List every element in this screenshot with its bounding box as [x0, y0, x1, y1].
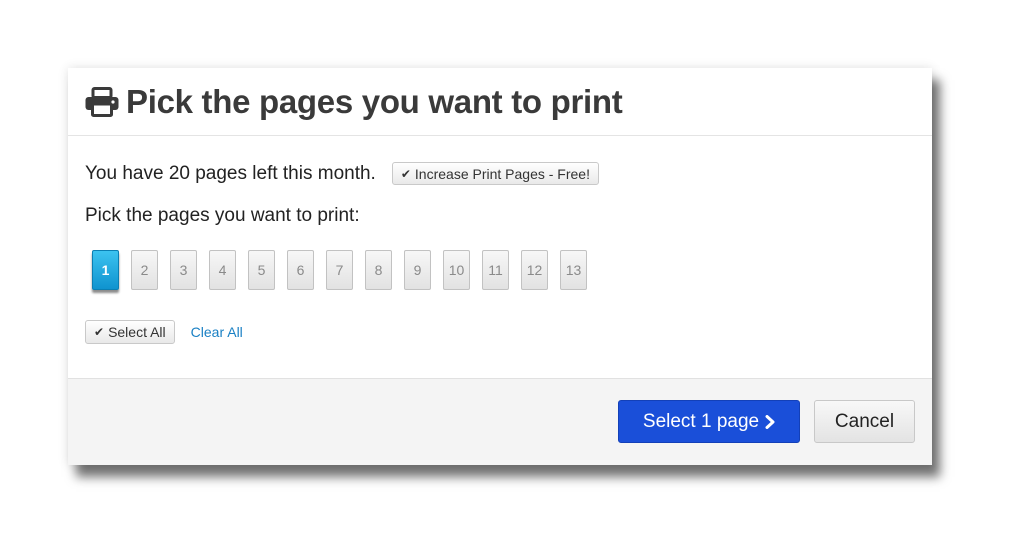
page-button[interactable]: 7: [326, 250, 353, 290]
instruction-text: Pick the pages you want to print:: [85, 205, 360, 226]
page-selector: 1 2 3 4 5 6 7 8 9 10 11 12 13: [92, 250, 587, 290]
dialog-title: Pick the pages you want to print: [126, 82, 623, 120]
pages-left-text: You have 20 pages left this month.: [85, 162, 376, 184]
page-button[interactable]: 8: [365, 250, 392, 290]
page-button[interactable]: 10: [443, 250, 470, 290]
dialog-footer: Select 1 page Cancel: [68, 378, 932, 465]
clear-all-link[interactable]: Clear All: [191, 324, 243, 340]
page-button[interactable]: 3: [170, 250, 197, 290]
dialog-body: You have 20 pages left this month. ✔ Inc…: [68, 136, 932, 379]
page-button[interactable]: 6: [287, 250, 314, 290]
check-icon: ✔: [400, 166, 411, 181]
page-button[interactable]: 9: [404, 250, 431, 290]
print-dialog: Pick the pages you want to print You hav…: [68, 68, 932, 465]
chevron-right-icon: [765, 414, 775, 429]
page-button[interactable]: 11: [482, 250, 509, 290]
select-pages-button[interactable]: Select 1 page: [618, 400, 800, 443]
select-all-button[interactable]: ✔ Select All: [85, 320, 175, 344]
check-icon: ✔: [94, 325, 105, 339]
selection-controls: ✔ Select All Clear All: [85, 320, 243, 344]
dialog-header: Pick the pages you want to print: [68, 68, 932, 136]
printer-icon: [85, 86, 119, 117]
select-all-label: Select All: [108, 324, 166, 340]
pages-left-row: You have 20 pages left this month. ✔ Inc…: [85, 162, 599, 185]
page-button[interactable]: 12: [521, 250, 548, 290]
select-pages-label: Select 1 page: [642, 410, 760, 432]
increase-button-label: Increase Print Pages - Free!: [414, 165, 590, 182]
page-button[interactable]: 13: [560, 250, 587, 290]
cancel-button[interactable]: Cancel: [814, 400, 915, 443]
page-button[interactable]: 5: [248, 250, 275, 290]
page-button[interactable]: 1: [92, 250, 119, 290]
page-button[interactable]: 4: [209, 250, 236, 290]
increase-print-pages-button[interactable]: ✔ Increase Print Pages - Free!: [391, 162, 599, 185]
page-button[interactable]: 2: [131, 250, 158, 290]
